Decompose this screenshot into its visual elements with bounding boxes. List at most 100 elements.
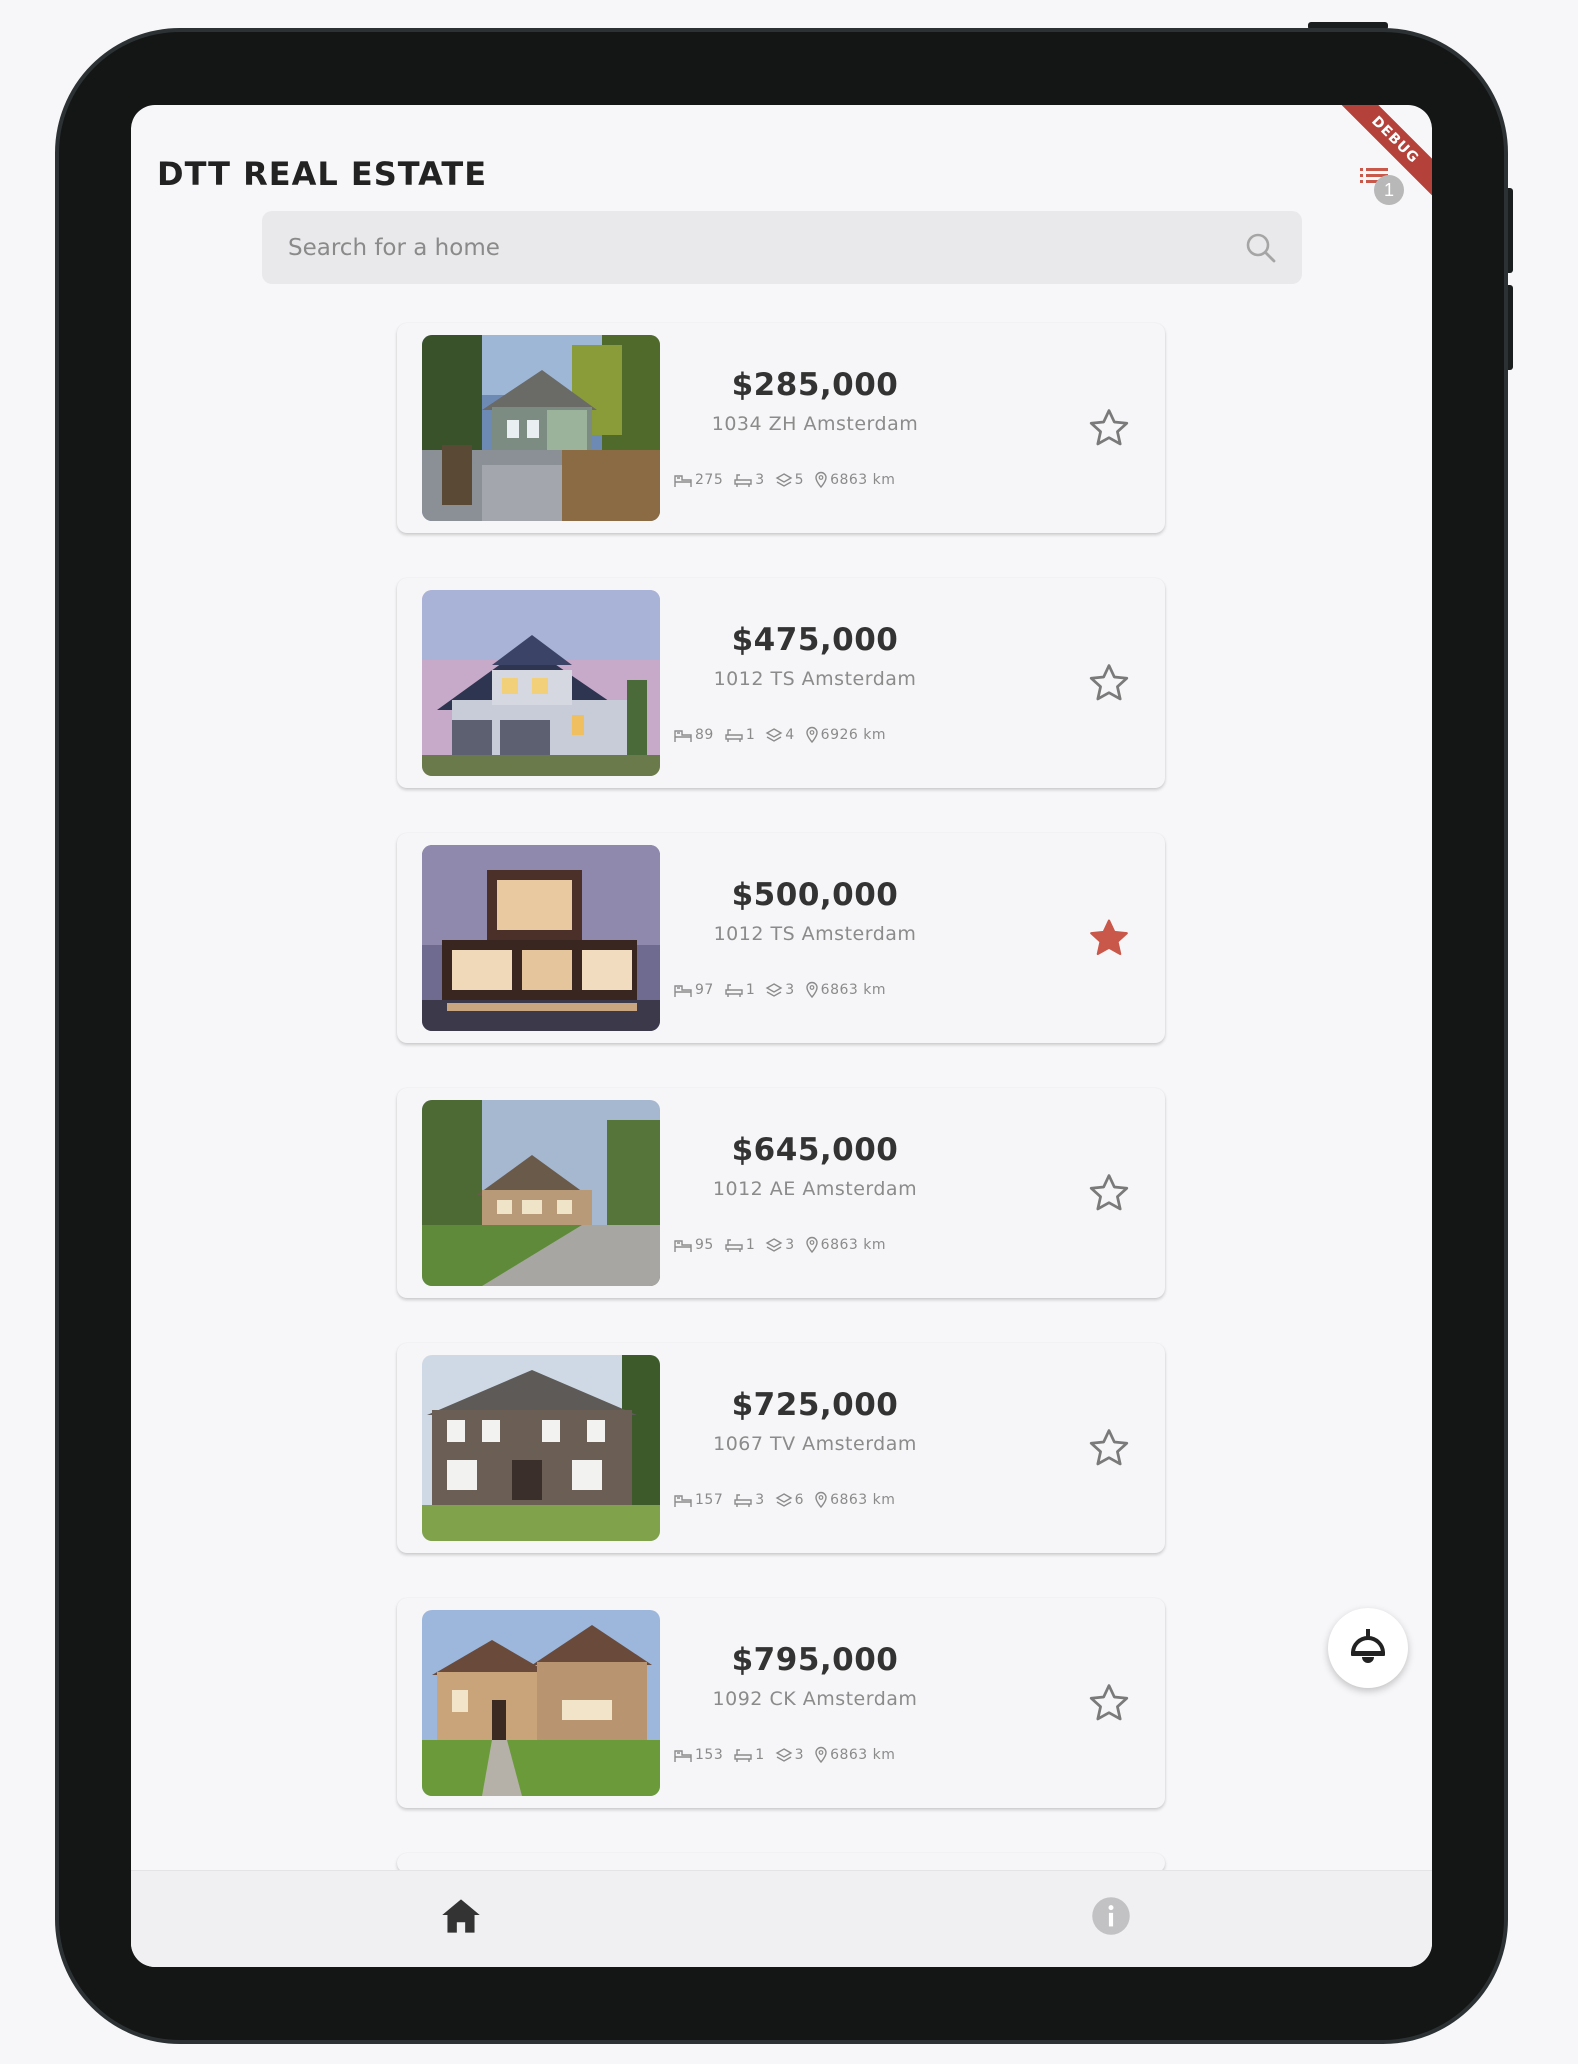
star-icon <box>1089 1174 1129 1211</box>
star-icon <box>1089 409 1129 446</box>
bath-icon <box>734 473 752 487</box>
listing-distance: 6863 km <box>830 1746 896 1763</box>
bed-icon <box>674 729 692 742</box>
listing-card[interactable]: $475,000 1012 TS Amsterdam 89 1 4 6926 k <box>397 578 1165 788</box>
listing-details: 153 1 3 6863 km <box>673 1746 905 1763</box>
bed-icon <box>674 474 692 487</box>
app-screen: DTT REAL ESTATE 1 DEBUG Search for a hom… <box>131 105 1432 1967</box>
listing-address: 1012 AE Amsterdam <box>712 1178 918 1200</box>
listing-floors: 6 <box>794 1491 805 1508</box>
location-pin-icon <box>815 1491 827 1508</box>
info-icon <box>1092 1897 1130 1935</box>
listing-floors: 3 <box>785 1236 795 1253</box>
bath-icon <box>725 728 743 742</box>
bed-icon <box>674 1494 692 1507</box>
app-title: DTT REAL ESTATE <box>157 155 488 193</box>
listing-distance: 6863 km <box>830 1491 896 1508</box>
listing-floors: 5 <box>794 471 805 488</box>
listing-price: $475,000 <box>731 622 899 658</box>
star-icon <box>1089 1429 1129 1466</box>
listing-photo <box>422 1100 660 1286</box>
layers-icon <box>765 1237 783 1252</box>
nav-info-tab[interactable] <box>1086 1891 1136 1941</box>
location-pin-icon <box>815 1746 827 1763</box>
listing-floors: 3 <box>785 981 795 998</box>
listing-price: $645,000 <box>731 1132 899 1168</box>
listing-card[interactable]: $795,000 1092 CK Amsterdam 153 1 3 6863 <box>397 1598 1165 1808</box>
bottom-navigation <box>131 1870 1432 1967</box>
listing-size: 275 <box>695 471 724 488</box>
lamp-icon <box>1351 1629 1385 1663</box>
listing-card[interactable]: $285,000 1034 ZH Amsterdam 275 3 5 6863 <box>397 323 1165 533</box>
layers-icon <box>775 1747 793 1762</box>
favorite-button[interactable] <box>1087 661 1131 705</box>
favorite-button[interactable] <box>1087 916 1131 960</box>
bath-icon <box>734 1748 752 1762</box>
location-pin-icon <box>805 1236 818 1253</box>
listing-address: 1034 ZH Amsterdam <box>711 413 919 435</box>
bed-icon <box>674 1749 692 1762</box>
listing-size: 153 <box>695 1746 724 1763</box>
listing-size: 95 <box>695 1236 714 1253</box>
listing-distance: 6863 km <box>820 1236 886 1253</box>
location-pin-icon <box>805 726 818 743</box>
listing-photo <box>422 845 660 1031</box>
listing-photo <box>422 335 660 521</box>
layers-icon <box>775 1492 793 1507</box>
listing-photo <box>422 1610 660 1796</box>
star-icon <box>1089 1684 1129 1721</box>
listing-distance: 6863 km <box>820 981 886 998</box>
listing-price: $725,000 <box>731 1387 899 1423</box>
favorite-button[interactable] <box>1087 1171 1131 1215</box>
listing-address: 1067 TV Amsterdam <box>713 1433 917 1455</box>
star-filled-icon <box>1090 919 1128 956</box>
listing-floors: 4 <box>785 726 795 743</box>
bath-icon <box>725 1238 743 1252</box>
bed-icon <box>674 984 692 997</box>
layers-icon <box>765 727 783 742</box>
listing-price: $500,000 <box>731 877 899 913</box>
listing-bathrooms: 1 <box>745 981 756 998</box>
listing-details: 275 3 5 6863 km <box>673 471 905 488</box>
listing-bathrooms: 1 <box>745 1236 756 1253</box>
listing-distance: 6863 km <box>830 471 896 488</box>
search-icon[interactable] <box>1244 231 1278 265</box>
listing-details: 89 1 4 6926 km <box>673 726 896 743</box>
star-icon <box>1089 664 1129 701</box>
listing-bathrooms: 3 <box>755 1491 765 1508</box>
favorite-button[interactable] <box>1087 406 1131 450</box>
listing-card[interactable]: $725,000 1067 TV Amsterdam 157 3 6 6863 <box>397 1343 1165 1553</box>
listing-size: 89 <box>695 726 714 743</box>
search-input[interactable] <box>286 233 1190 262</box>
nav-home-tab[interactable] <box>436 1891 486 1941</box>
bath-icon <box>734 1493 752 1507</box>
listing-size: 97 <box>695 981 714 998</box>
favorite-button[interactable] <box>1087 1681 1131 1725</box>
listing-details: 95 1 3 6863 km <box>673 1236 896 1253</box>
filter-count-badge: 1 <box>1374 175 1404 205</box>
layers-icon <box>765 982 783 997</box>
listing-bathrooms: 1 <box>745 726 756 743</box>
listing-distance: 6926 km <box>820 726 886 743</box>
listing-address: 1092 CK Amsterdam <box>712 1688 918 1710</box>
listing-card[interactable]: $645,000 1012 AE Amsterdam 95 1 3 6863 k <box>397 1088 1165 1298</box>
bed-icon <box>674 1239 692 1252</box>
search-bar <box>262 211 1302 284</box>
listing-bathrooms: 3 <box>755 471 765 488</box>
location-pin-icon <box>815 471 827 488</box>
listing-photo <box>422 1355 660 1541</box>
location-pin-icon <box>805 981 818 998</box>
listing-price: $795,000 <box>731 1642 899 1678</box>
listing-floors: 3 <box>794 1746 805 1763</box>
home-icon <box>442 1899 480 1933</box>
listing-card[interactable]: $500,000 1012 TS Amsterdam 97 1 3 6863 k <box>397 833 1165 1043</box>
listing-bathrooms: 1 <box>755 1746 765 1763</box>
lamp-fab-button[interactable] <box>1328 1608 1408 1688</box>
listing-address: 1012 TS Amsterdam <box>713 668 917 690</box>
bath-icon <box>725 983 743 997</box>
layers-icon <box>775 472 793 487</box>
listing-details: 157 3 6 6863 km <box>673 1491 905 1508</box>
listing-size: 157 <box>695 1491 724 1508</box>
favorite-button[interactable] <box>1087 1426 1131 1470</box>
listing-details: 97 1 3 6863 km <box>673 981 896 998</box>
